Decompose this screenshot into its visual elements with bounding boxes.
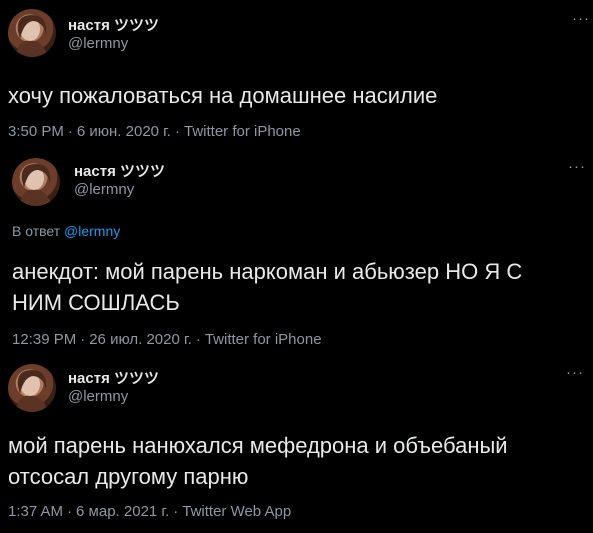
avatar[interactable] [12, 158, 60, 206]
reply-handle-link[interactable]: @lermny [64, 223, 120, 239]
separator: · [67, 123, 73, 140]
display-name[interactable]: настя ツツツ [68, 367, 159, 388]
separator: · [174, 123, 180, 140]
user-handle[interactable]: @lermny [74, 181, 134, 198]
tweet-meta: 3:50 PM · 6 июн. 2020 г. · Twitter for iPhon… [8, 123, 301, 140]
more-horizontal-icon[interactable]: ··· [568, 158, 586, 175]
tweet-source[interactable]: Twitter Web App [182, 503, 291, 520]
tweet-2: настя ツツツ @lermny ··· В ответ @lermny ан… [0, 150, 593, 350]
reply-context: В ответ @lermny [12, 223, 120, 239]
user-handle[interactable]: @lermny [68, 35, 128, 52]
tweet-date[interactable]: 6 июн. 2020 г. [77, 123, 171, 140]
tweet-date[interactable]: 26 июл. 2020 г. [89, 331, 192, 348]
display-name[interactable]: настя ツツツ [74, 160, 165, 181]
tweet-text: анекдот: мой парень наркоман и абьюзер Н… [12, 259, 523, 315]
more-horizontal-icon[interactable]: ··· [572, 10, 590, 27]
tweet-date[interactable]: 6 мар. 2021 г. [76, 503, 169, 520]
reply-prefix: В ответ [12, 223, 61, 239]
tweet-text: мой парень нанюхался мефедрона и объебан… [8, 433, 508, 489]
tweet-source[interactable]: Twitter for iPhone [184, 123, 301, 140]
more-horizontal-icon[interactable]: ··· [566, 364, 584, 381]
separator: · [173, 503, 179, 520]
separator: · [195, 331, 201, 348]
tweet-source[interactable]: Twitter for iPhone [205, 331, 322, 348]
user-handle[interactable]: @lermny [68, 388, 128, 405]
avatar[interactable] [8, 9, 56, 57]
display-name[interactable]: настя ツツツ [68, 14, 159, 35]
separator: · [80, 331, 86, 348]
tweet-time[interactable]: 3:50 PM [8, 123, 64, 140]
tweet-3: настя ツツツ @lermny ··· мой парень нанюхал… [0, 358, 593, 533]
tweet-time[interactable]: 1:37 AM [8, 503, 63, 520]
avatar[interactable] [8, 364, 56, 412]
tweet-meta: 1:37 AM · 6 мар. 2021 г. · Twitter Web App [8, 503, 291, 520]
separator: · [67, 503, 73, 520]
tweet-text: хочу пожаловаться на домашнее насилие [8, 83, 438, 108]
tweet-meta: 12:39 PM · 26 июл. 2020 г. · Twitter for iPh… [12, 331, 322, 348]
tweet-1: настя ツツツ @lermny ··· хочу пожаловаться … [0, 0, 593, 150]
tweet-time[interactable]: 12:39 PM [12, 331, 76, 348]
